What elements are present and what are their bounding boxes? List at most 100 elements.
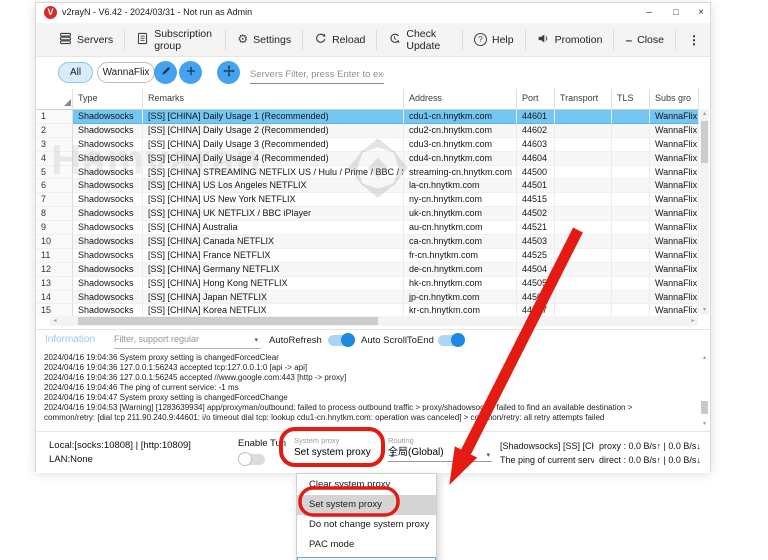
cell-remarks: [SS] [CHINA] Japan NETFLIX [143, 291, 404, 305]
table-row[interactable]: 2Shadowsocks[SS] [CHINA] Daily Usage 2 (… [36, 124, 699, 138]
column-header-transport[interactable]: Transport [555, 89, 612, 109]
scroll-down-icon[interactable]: ▾ [700, 305, 709, 315]
cell-n: 14 [36, 291, 73, 305]
cell-subs: WannaFlix [650, 152, 699, 166]
column-header-port[interactable]: Port [517, 89, 555, 109]
routing-combobox[interactable]: Routing 全局(Global) ▾ [388, 436, 492, 462]
minimize-button[interactable]: – [640, 5, 658, 21]
subscription-group-button[interactable]: Subscription group [125, 23, 225, 56]
scrollbar-thumb[interactable] [701, 401, 708, 414]
column-header-subs-gro[interactable]: Subs gro [650, 89, 699, 109]
scroll-up-icon[interactable]: ▴ [700, 353, 709, 363]
servers-button[interactable]: Servers [48, 23, 124, 56]
table-row[interactable]: 13Shadowsocks[SS] [CHINA] Hong Kong NETF… [36, 277, 699, 291]
settings-button[interactable]: ⚙ Settings [226, 23, 302, 56]
menu-item-do-not-change-system-proxy[interactable]: Do not change system proxy [297, 515, 436, 535]
table-row[interactable]: 3Shadowsocks[SS] [CHINA] Daily Usage 3 (… [36, 138, 699, 152]
log-filter-combobox[interactable]: Filter, support regular ▾ [114, 331, 261, 349]
close-label: Close [637, 34, 664, 46]
enable-tun-toggle[interactable] [239, 454, 265, 465]
cell-type: Shadowsocks [73, 166, 143, 180]
gear-icon: ⚙ [237, 33, 248, 46]
cell-address: cdu3-cn.hnytkm.com [404, 138, 517, 152]
cell-address: ca-cn.hnytkm.com [404, 235, 517, 249]
table-row[interactable]: 9Shadowsocks[SS] [CHINA] Australiaau-cn.… [36, 221, 699, 235]
scrollbar-thumb[interactable] [78, 317, 378, 325]
close-app-button[interactable]: – Close [614, 23, 675, 56]
cell-address: cdu1-cn.hnytkm.com [404, 110, 517, 124]
cell-port: 44515 [517, 193, 555, 207]
log-output: 2024/04/16 19:04:36 System proxy setting… [36, 349, 710, 431]
cell-type: Shadowsocks [73, 235, 143, 249]
scroll-up-icon[interactable]: ▴ [700, 109, 709, 119]
tab-all[interactable]: All [58, 62, 93, 83]
table-vertical-scrollbar[interactable]: ▴ ▾ [700, 109, 709, 315]
scroll-right-icon[interactable]: ▸ [688, 316, 698, 326]
cell-subs: WannaFlix [650, 166, 699, 180]
system-proxy-label: System proxy [294, 436, 386, 445]
cell-n: 1 [36, 110, 73, 124]
promotion-speaker-icon [537, 32, 550, 48]
table-row[interactable]: 14Shadowsocks[SS] [CHINA] Japan NETFLIXj… [36, 291, 699, 305]
table-header-row: TypeRemarksAddressPortTransportTLSSubs g… [36, 89, 699, 110]
edit-subscription-button[interactable] [154, 61, 177, 84]
column-header-remarks[interactable]: Remarks [143, 89, 404, 109]
app-logo-icon: V [44, 6, 57, 19]
table-row[interactable]: 10Shadowsocks[SS] [CHINA] Canada NETFLIX… [36, 235, 699, 249]
cell-remarks: [SS] [CHINA] Canada NETFLIX [143, 235, 404, 249]
routing-value: 全局(Global) ▾ [388, 445, 492, 462]
close-window-button[interactable]: × [692, 5, 710, 21]
log-line: 2024/04/16 19:04:53 [Warning] [128363993… [36, 403, 710, 413]
scroll-left-icon[interactable]: ◂ [50, 316, 60, 326]
scroll-down-icon[interactable]: ▾ [700, 419, 709, 429]
reload-button[interactable]: Reload [303, 23, 376, 56]
table-row[interactable]: 1Shadowsocks[SS] [CHINA] Daily Usage 1 (… [36, 110, 699, 124]
column-header-tls[interactable]: TLS [612, 89, 650, 109]
table-row[interactable]: 11Shadowsocks[SS] [CHINA] France NETFLIX… [36, 249, 699, 263]
autorefresh-toggle[interactable] [328, 335, 354, 346]
table-horizontal-scrollbar[interactable]: ◂ ▸ [50, 316, 698, 326]
help-button[interactable]: ? Help [463, 23, 525, 56]
cell-type: Shadowsocks [73, 277, 143, 291]
system-proxy-dropdown-menu: Clear system proxySet system proxyDo not… [296, 473, 437, 560]
servers-label: Servers [77, 34, 113, 46]
cell-tls [612, 221, 650, 235]
maximize-button[interactable]: □ [667, 5, 685, 21]
column-header-rownum[interactable] [36, 89, 73, 109]
reload-label: Reload [332, 34, 365, 46]
check-update-label: Check Update [406, 28, 451, 52]
servers-filter-input[interactable] [250, 65, 384, 84]
column-header-address[interactable]: Address [404, 89, 517, 109]
menu-item-set-system-proxy[interactable]: Set system proxy [297, 495, 436, 515]
more-menu-button[interactable]: ⋮ [678, 33, 710, 47]
scrollbar-thumb[interactable] [701, 121, 708, 163]
cell-address: au-cn.hnytkm.com [404, 221, 517, 235]
move-server-button[interactable] [217, 61, 240, 84]
tab-information[interactable]: Information [45, 334, 95, 345]
cell-address: hk-cn.hnytkm.com [404, 277, 517, 291]
log-scrollbar[interactable]: ▴ ▾ [700, 353, 709, 429]
table-row[interactable]: 12Shadowsocks[SS] [CHINA] Germany NETFLI… [36, 263, 699, 277]
cell-address: la-cn.hnytkm.com [404, 179, 517, 193]
add-subscription-button[interactable] [179, 61, 202, 84]
autoscroll-toggle[interactable] [438, 335, 464, 346]
table-row[interactable]: 5Shadowsocks[SS] [CHINA] STREAMING NETFL… [36, 166, 699, 180]
cell-port: 44504 [517, 263, 555, 277]
column-header-type[interactable]: Type [73, 89, 143, 109]
tab-wannaflix[interactable]: WannaFlix [97, 62, 155, 83]
check-update-button[interactable]: Check Update [377, 23, 462, 56]
table-row[interactable]: 4Shadowsocks[SS] [CHINA] Daily Usage 4 (… [36, 152, 699, 166]
menu-item-clear-system-proxy[interactable]: Clear system proxy [297, 475, 436, 495]
cell-transport [555, 124, 612, 138]
promotion-button[interactable]: Promotion [526, 23, 614, 56]
cell-remarks: [SS] [CHINA] France NETFLIX [143, 249, 404, 263]
menu-item-pac-mode[interactable]: PAC mode [297, 535, 436, 555]
table-row[interactable]: 8Shadowsocks[SS] [CHINA] UK NETFLIX / BB… [36, 207, 699, 221]
cell-remarks: [SS] [CHINA] Germany NETFLIX [143, 263, 404, 277]
current-server-text: [Shadowsocks] [SS] [CHINA] Daily [500, 439, 594, 453]
table-row[interactable]: 7Shadowsocks[SS] [CHINA] US New York NET… [36, 193, 699, 207]
table-row[interactable]: 6Shadowsocks[SS] [CHINA] US Los Angeles … [36, 179, 699, 193]
system-proxy-combobox[interactable]: System proxy Set system proxy ▴ [294, 436, 386, 460]
table-row[interactable]: 15Shadowsocks[SS] [CHINA] Korea NETFLIXk… [36, 304, 699, 316]
help-label: Help [492, 34, 514, 46]
